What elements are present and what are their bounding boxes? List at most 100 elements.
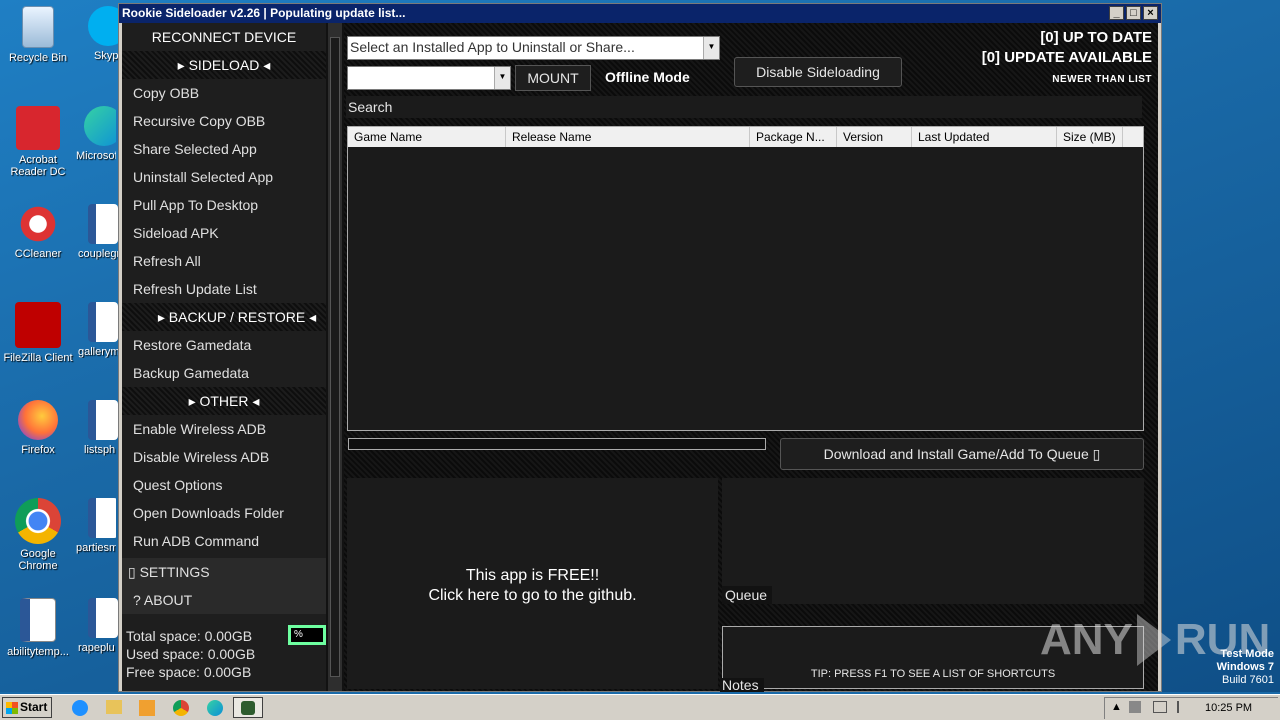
chrome-icon xyxy=(15,498,61,544)
word-doc-icon xyxy=(88,400,118,440)
games-table[interactable]: Game Name Release Name Package N... Vers… xyxy=(347,126,1144,431)
app-client-area: RECONNECT DEVICE ▸ SIDELOAD ◂ Copy OBB R… xyxy=(122,23,1158,692)
about-button[interactable]: ? ABOUT xyxy=(122,586,326,614)
edge-icon xyxy=(84,106,116,146)
desktop-icon-couplegr[interactable]: couplegr xyxy=(78,204,118,260)
col-release-name[interactable]: Release Name xyxy=(506,127,750,147)
taskbar: Start ▲ 10:25 PM xyxy=(0,694,1280,720)
reconnect-device-button[interactable]: RECONNECT DEVICE xyxy=(122,23,326,51)
restore-gamedata-button[interactable]: Restore Gamedata xyxy=(122,331,326,359)
sideload-apk-button[interactable]: Sideload APK xyxy=(122,219,326,247)
desktop-icon-abilitytemp[interactable]: abilitytemp... xyxy=(0,598,76,658)
queue-list[interactable] xyxy=(722,478,1144,604)
explorer-icon[interactable] xyxy=(106,700,122,714)
network-icon[interactable] xyxy=(1153,701,1167,713)
refresh-update-list-button[interactable]: Refresh Update List xyxy=(122,275,326,303)
other-section-header[interactable]: ▸ OTHER ◂ xyxy=(122,387,326,415)
recycle-bin-icon xyxy=(22,6,54,48)
word-doc-icon xyxy=(88,498,116,538)
recursive-copy-obb-button[interactable]: Recursive Copy OBB xyxy=(122,107,326,135)
volume-icon[interactable] xyxy=(1129,701,1141,713)
word-doc-icon xyxy=(88,204,118,244)
play-icon xyxy=(1136,614,1171,666)
github-link-text[interactable]: Click here to go to the github. xyxy=(347,586,718,606)
device-select[interactable]: ▼ xyxy=(347,66,511,90)
word-doc-icon xyxy=(20,598,56,642)
enable-wireless-adb-button[interactable]: Enable Wireless ADB xyxy=(122,415,326,443)
disable-wireless-adb-button[interactable]: Disable Wireless ADB xyxy=(122,443,326,471)
mount-button[interactable]: MOUNT xyxy=(515,65,591,91)
chevron-down-icon[interactable]: ▼ xyxy=(494,67,510,89)
desktop-icon-galleryma[interactable]: galleryma xyxy=(78,302,118,358)
close-button[interactable]: × xyxy=(1143,6,1158,20)
filezilla-icon xyxy=(15,302,61,348)
search-label: Search xyxy=(348,99,393,115)
clock[interactable]: 10:25 PM xyxy=(1205,702,1252,714)
desktop-icon-skype[interactable]: Skyp xyxy=(78,6,118,62)
chrome-taskbar-icon[interactable] xyxy=(173,700,189,716)
desktop-icon-ccleaner[interactable]: CCleaner xyxy=(0,204,76,260)
offline-mode-label[interactable]: Offline Mode xyxy=(605,69,690,85)
run-adb-command-button[interactable]: Run ADB Command xyxy=(122,527,326,555)
sideload-section-header[interactable]: ▸ SIDELOAD ◂ xyxy=(122,51,326,79)
scrollbar-thumb[interactable] xyxy=(330,37,340,677)
main-panel: Select an Installed App to Uninstall or … xyxy=(344,23,1158,692)
title-bar[interactable]: Rookie Sideloader v2.26 | Populating upd… xyxy=(119,4,1161,23)
col-last-updated[interactable]: Last Updated xyxy=(912,127,1057,147)
edge-taskbar-icon[interactable] xyxy=(207,700,223,716)
app-window: Rookie Sideloader v2.26 | Populating upd… xyxy=(118,3,1162,692)
download-install-button[interactable]: Download and Install Game/Add To Queue ▯ xyxy=(780,438,1144,470)
pull-app-to-desktop-button[interactable]: Pull App To Desktop xyxy=(122,191,326,219)
desktop-icon-partiesm[interactable]: partiesm xyxy=(76,498,116,554)
col-version[interactable]: Version xyxy=(837,127,912,147)
progress-bar xyxy=(348,438,766,450)
word-doc-icon xyxy=(88,302,118,342)
search-input[interactable]: Search xyxy=(346,96,1142,118)
used-space-label: Used space: 0.00GB xyxy=(126,646,256,662)
copy-obb-button[interactable]: Copy OBB xyxy=(122,79,326,107)
desktop-icon-edge[interactable]: Microsof xyxy=(76,106,116,162)
desktop-icon-filezilla[interactable]: FileZilla Client xyxy=(0,302,76,364)
maximize-button[interactable]: □ xyxy=(1126,6,1141,20)
backup-restore-section-header[interactable]: ▸ BACKUP / RESTORE ◂ xyxy=(122,303,326,331)
refresh-all-button[interactable]: Refresh All xyxy=(122,247,326,275)
desktop-icon-recycle-bin[interactable]: Recycle Bin xyxy=(0,6,76,64)
github-link-panel[interactable]: This app is FREE!! Click here to go to t… xyxy=(347,478,718,689)
disable-sideloading-button[interactable]: Disable Sideloading xyxy=(734,57,902,87)
rookie-taskbar-button[interactable] xyxy=(233,697,263,718)
up-to-date-count: [0] UP TO DATE xyxy=(1040,29,1152,46)
windows-logo-icon xyxy=(6,701,18,714)
skype-icon xyxy=(88,6,118,46)
desktop-icon-chrome[interactable]: Google Chrome xyxy=(0,498,76,572)
col-game-name[interactable]: Game Name xyxy=(348,127,506,147)
tray-expand-icon[interactable]: ▲ xyxy=(1111,701,1122,713)
flag-icon[interactable] xyxy=(1177,701,1187,713)
storage-info: Total space: 0.00GB Used space: 0.00GB F… xyxy=(126,627,255,681)
start-button[interactable]: Start xyxy=(2,697,52,718)
media-player-icon[interactable] xyxy=(139,700,155,716)
open-downloads-folder-button[interactable]: Open Downloads Folder xyxy=(122,499,326,527)
col-package-name[interactable]: Package N... xyxy=(750,127,837,147)
uninstall-selected-app-button[interactable]: Uninstall Selected App xyxy=(122,163,326,191)
minimize-button[interactable]: _ xyxy=(1109,6,1124,20)
backup-gamedata-button[interactable]: Backup Gamedata xyxy=(122,359,326,387)
settings-button[interactable]: ▯ SETTINGS xyxy=(122,558,326,586)
chevron-down-icon[interactable]: ▼ xyxy=(703,37,719,59)
total-space-label: Total space: 0.00GB xyxy=(126,628,253,644)
rookie-app-icon xyxy=(241,701,255,715)
share-selected-app-button[interactable]: Share Selected App xyxy=(122,135,326,163)
desktop-icon-firefox[interactable]: Firefox xyxy=(0,400,76,456)
test-mode-watermark: Test Mode Windows 7 Build 7601 xyxy=(1216,648,1274,686)
word-doc-icon xyxy=(88,598,118,638)
sidebar: RECONNECT DEVICE ▸ SIDELOAD ◂ Copy OBB R… xyxy=(122,23,326,691)
desktop-icon-acrobat[interactable]: Acrobat Reader DC xyxy=(0,106,76,178)
firefox-icon xyxy=(18,400,58,440)
queue-label: Queue xyxy=(722,586,772,604)
col-size[interactable]: Size (MB) xyxy=(1057,127,1123,147)
installed-app-select[interactable]: Select an Installed App to Uninstall or … xyxy=(347,36,720,60)
ie-icon[interactable] xyxy=(72,700,88,716)
free-space-label: Free space: 0.00GB xyxy=(126,664,252,680)
sidebar-scrollbar[interactable] xyxy=(328,23,342,691)
desktop-icon-rapeplu[interactable]: rapeplu xyxy=(78,598,118,654)
quest-options-button[interactable]: Quest Options xyxy=(122,471,326,499)
